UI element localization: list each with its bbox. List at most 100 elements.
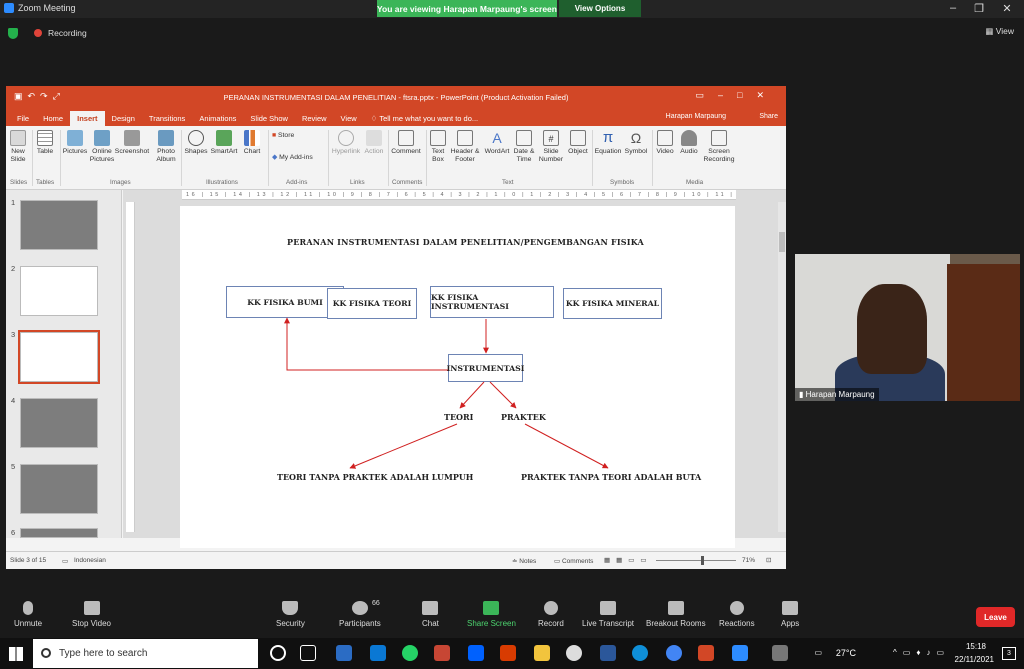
label-praktek-tanpa-teori[interactable]: PRAKTEK TANPA TEORI ADALAH BUTA [521, 472, 701, 482]
tab-file[interactable]: File [10, 111, 36, 126]
clock-time[interactable]: 15:18 [966, 642, 986, 651]
slide-thumbnail-1[interactable] [20, 200, 98, 250]
view-buttons[interactable]: ▦▦▭▭ [604, 556, 653, 564]
file-explorer-icon[interactable] [534, 645, 550, 661]
pictures-button[interactable]: Pictures [61, 130, 89, 156]
chart-button[interactable]: Chart [241, 130, 263, 156]
tab-home[interactable]: Home [36, 111, 70, 126]
view-options-button[interactable]: View Options [559, 0, 641, 17]
live-transcript-button[interactable]: Live Transcript [582, 601, 634, 628]
chrome-icon[interactable] [566, 645, 582, 661]
slide-thumbnail-4[interactable] [20, 398, 98, 448]
screenshot-button[interactable]: Screenshot [114, 130, 150, 156]
photo-album-button[interactable]: Photo Album [152, 130, 180, 164]
tab-slide-show[interactable]: Slide Show [243, 111, 295, 126]
clock-date[interactable]: 22/11/2021 [955, 655, 994, 664]
box-kk-fisika-teori[interactable]: KK FISIKA TEORI [327, 288, 417, 319]
language-status[interactable]: Indonesian [74, 557, 106, 564]
reactions-button[interactable]: Reactions [719, 601, 755, 628]
tray-icons[interactable]: ^▭♦♪▭ [893, 648, 950, 657]
online-pictures-button[interactable]: Online Pictures [88, 130, 116, 164]
scrollbar-thumb[interactable] [779, 232, 785, 252]
audio-button[interactable]: Audio [678, 130, 700, 156]
slide-thumbnail-3[interactable] [18, 330, 100, 384]
symbol-button[interactable]: Ω Symbol [623, 130, 649, 156]
unmute-button[interactable]: Unmute [14, 601, 42, 628]
label-praktek[interactable]: PRAKTEK [501, 412, 546, 422]
label-teori[interactable]: TEORI [444, 412, 473, 422]
box-kk-fisika-mineral[interactable]: KK FISIKA MINERAL [563, 288, 662, 319]
ppt-window-controls[interactable]: ▭–□✕ [696, 90, 779, 101]
security-button[interactable]: Security [276, 601, 305, 628]
record-button[interactable]: Record [538, 601, 564, 628]
apps-button[interactable]: Apps [781, 601, 799, 628]
zoom-meeting-taskbar-icon[interactable] [732, 645, 748, 661]
store-button[interactable]: ■ Store [272, 132, 312, 140]
slide-number-button[interactable]: # Slide Number [538, 130, 564, 164]
text-box-button[interactable]: Text Box [428, 130, 448, 164]
tab-design[interactable]: Design [105, 111, 142, 126]
my-addins-button[interactable]: ◆ My Add-ins [272, 154, 322, 162]
table-button[interactable]: Table [34, 130, 56, 156]
close-icon[interactable]: ✕ [994, 2, 1020, 15]
box-instrumentasi[interactable]: INSTRUMENTASI [447, 354, 524, 382]
maximize-icon[interactable]: ❐ [966, 2, 992, 15]
equation-button[interactable]: π Equation [593, 130, 623, 156]
slide-thumbnail-5[interactable] [20, 464, 98, 514]
chat-button[interactable]: Chat [422, 601, 439, 628]
account-user[interactable]: Harapan Marpaung [666, 113, 726, 120]
tab-view[interactable]: View [334, 111, 364, 126]
tab-review[interactable]: Review [295, 111, 334, 126]
photos-icon[interactable] [434, 645, 450, 661]
windows-start-icon[interactable] [9, 647, 23, 661]
tab-animations[interactable]: Animations [192, 111, 243, 126]
header-footer-button[interactable]: Header & Footer [450, 130, 480, 164]
shapes-button[interactable]: Shapes [183, 130, 209, 156]
notifications-icon[interactable]: 3 [1002, 647, 1016, 660]
hyperlink-button[interactable]: Hyperlink [330, 130, 362, 156]
tab-transitions[interactable]: Transitions [142, 111, 192, 126]
slide-thumbnail-6[interactable] [20, 528, 98, 538]
tell-me-box[interactable]: ♢ Tell me what you want to do... [364, 111, 485, 126]
word-icon[interactable] [600, 645, 616, 661]
vertical-scrollbar[interactable] [778, 202, 786, 532]
tab-insert[interactable]: Insert [70, 111, 105, 126]
zoom-slider-thumb[interactable] [701, 556, 704, 565]
label-teori-tanpa-praktek[interactable]: TEORI TANPA PRAKTEK ADALAH LUMPUH [277, 472, 473, 482]
browser-icon[interactable] [666, 645, 682, 661]
smartart-button[interactable]: SmartArt [209, 130, 239, 156]
edge-icon[interactable] [632, 645, 648, 661]
notes-button[interactable]: ≐ Notes [512, 557, 536, 565]
box-kk-fisika-instrumentasi[interactable]: KK FISIKA INSTRUMENTASI [430, 286, 554, 318]
video-button[interactable]: Video [654, 130, 676, 156]
screen-recording-button[interactable]: Screen Recording [702, 130, 736, 164]
whatsapp-icon[interactable] [402, 645, 418, 661]
participant-video[interactable]: ▮ Harapan Marpaung [795, 254, 1020, 401]
zoom-taskbar-icon[interactable] [370, 645, 386, 661]
action-button[interactable]: Action [362, 130, 386, 156]
mail-app-icon[interactable] [336, 645, 352, 661]
new-slide-button[interactable]: New Slide [8, 130, 28, 164]
leave-button[interactable]: Leave [976, 607, 1015, 627]
zoom-level[interactable]: 71% [742, 557, 755, 564]
share-button[interactable]: Share [759, 113, 778, 120]
taskbar-search-input[interactable]: Type here to search [33, 639, 258, 668]
zoom-slider[interactable] [656, 560, 736, 561]
wordart-button[interactable]: A WordArt [482, 130, 512, 156]
comment-button[interactable]: Comment [389, 130, 423, 156]
powerpoint-taskbar-icon[interactable] [698, 645, 714, 661]
slide-thumbnail-2[interactable] [20, 266, 98, 316]
breakout-rooms-button[interactable]: Breakout Rooms [646, 601, 706, 628]
fit-slide-icon[interactable]: ⊡ [766, 556, 771, 564]
settings-icon[interactable] [772, 645, 788, 661]
office-icon[interactable] [500, 645, 516, 661]
minimize-icon[interactable]: – [940, 2, 966, 14]
cortana-icon[interactable] [270, 645, 286, 661]
stop-video-button[interactable]: Stop Video [72, 601, 111, 628]
temperature[interactable]: 27°C [836, 648, 856, 658]
comments-button[interactable]: ▭ Comments [554, 557, 593, 565]
share-screen-button[interactable]: Share Screen [467, 601, 516, 628]
view-layout-button[interactable]: ▦ View [985, 26, 1014, 37]
slide-3[interactable]: PERANAN INSTRUMENTASI DALAM PENELITIAN/P… [180, 206, 735, 548]
dropbox-icon[interactable] [468, 645, 484, 661]
